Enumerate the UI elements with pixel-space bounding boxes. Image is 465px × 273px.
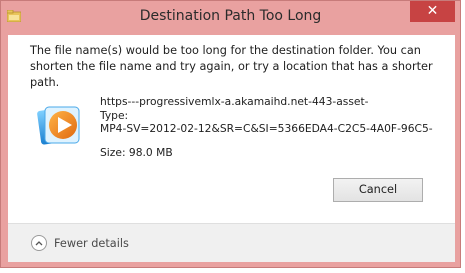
window-title: Destination Path Too Long — [139, 8, 322, 24]
dialog-window: Destination Path Too Long ✕ The file nam… — [0, 0, 461, 268]
file-details: https---progressivemlx-a.akamaihd.net-44… — [100, 95, 450, 159]
windows-media-player-icon — [37, 106, 80, 145]
close-button[interactable]: ✕ — [410, 1, 455, 22]
file-type-label: Type: — [100, 108, 129, 122]
fewer-details-label: Fewer details — [54, 236, 129, 250]
chevron-up-icon — [31, 235, 47, 251]
dialog-footer: Fewer details — [8, 223, 455, 262]
title-bar[interactable]: Destination Path Too Long ✕ — [1, 1, 460, 35]
fewer-details-toggle[interactable]: Fewer details — [31, 234, 129, 252]
file-type-value: MP4-SV=2012-02-12&SR=C&SI=5366EDA4-C2C5-… — [100, 122, 433, 135]
cancel-button[interactable]: Cancel — [333, 178, 423, 202]
dialog-content: The file name(s) would be too long for t… — [8, 35, 455, 262]
file-name: https---progressivemlx-a.akamaihd.net-44… — [100, 95, 369, 108]
close-icon: ✕ — [426, 3, 439, 19]
file-size: Size: 98.0 MB — [100, 145, 173, 159]
error-message: The file name(s) would be too long for t… — [30, 44, 433, 89]
